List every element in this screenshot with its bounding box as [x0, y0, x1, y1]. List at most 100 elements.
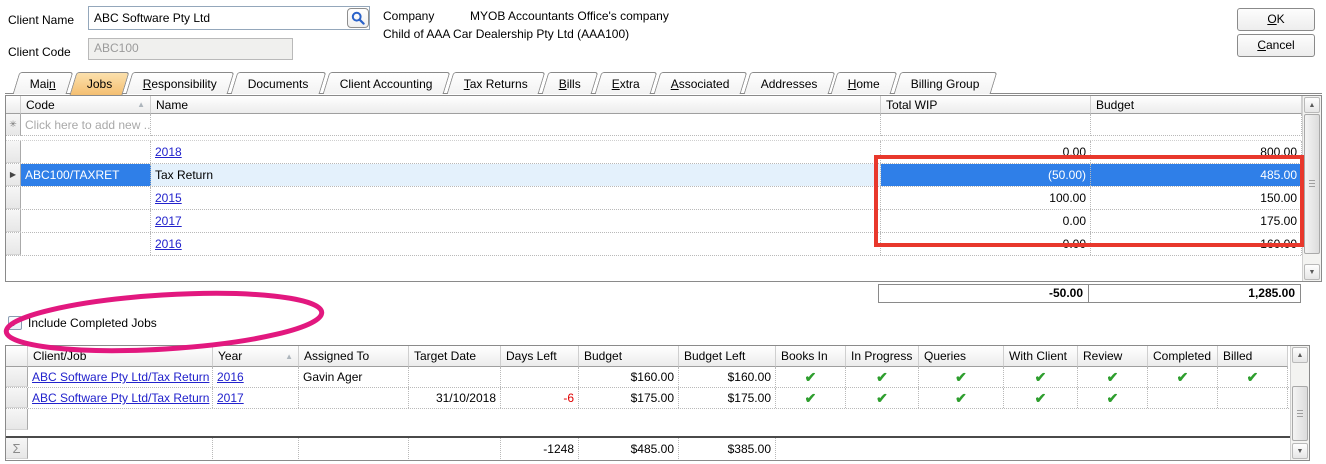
- row-selector[interactable]: [6, 141, 21, 163]
- check-icon[interactable]: ✔: [919, 367, 1004, 387]
- tab-documents[interactable]: Documents: [231, 72, 326, 94]
- check-icon[interactable]: ✔: [776, 388, 846, 408]
- detail-scroll-thumb[interactable]: [1292, 386, 1308, 441]
- include-completed-checkbox[interactable]: ✓ Include Completed Jobs: [8, 316, 157, 330]
- total-wip-cell[interactable]: 100.00: [881, 187, 1091, 209]
- jobs-scrollbar[interactable]: ▲ ▼: [1302, 96, 1321, 281]
- detail-row-2017[interactable]: ABC Software Pty Ltd/Tax Return 2017 31/…: [6, 388, 1309, 409]
- tab-associated[interactable]: Associated: [654, 72, 747, 94]
- tab-client-accounting[interactable]: Client Accounting: [323, 72, 450, 94]
- name-cell[interactable]: Tax Return: [151, 164, 881, 186]
- name-cell[interactable]: 2015: [151, 187, 881, 209]
- tab-bills[interactable]: Bills: [542, 72, 599, 94]
- checkbox-box[interactable]: ✓: [8, 316, 22, 330]
- budget-cell[interactable]: 175.00: [1091, 210, 1302, 232]
- job-year-link[interactable]: 2018: [155, 145, 182, 159]
- tab-extra[interactable]: Extra: [595, 72, 658, 94]
- job-row-2017[interactable]: 2017 0.00 175.00: [6, 210, 1321, 233]
- total-wip-cell[interactable]: 0.00: [881, 233, 1091, 255]
- year-link[interactable]: 2016: [217, 370, 244, 384]
- detail-col-billed[interactable]: Billed: [1218, 346, 1288, 367]
- tab-jobs[interactable]: Jobs: [70, 72, 130, 95]
- name-cell[interactable]: 2018: [151, 141, 881, 163]
- row-selector[interactable]: [6, 233, 21, 255]
- budget-cell[interactable]: $175.00: [579, 388, 679, 408]
- scroll-down-icon[interactable]: ▼: [1292, 443, 1308, 459]
- detail-scrollbar[interactable]: ▲ ▼: [1290, 346, 1309, 460]
- add-new-wip-cell[interactable]: [881, 114, 1091, 136]
- target-date-cell[interactable]: [409, 367, 501, 387]
- detail-col-books-in[interactable]: Books In: [776, 346, 846, 367]
- jobs-col-budget[interactable]: Budget: [1091, 96, 1302, 114]
- year-link[interactable]: 2017: [217, 391, 244, 405]
- detail-col-assigned-to[interactable]: Assigned To: [299, 346, 409, 367]
- add-new-placeholder[interactable]: Click here to add new ...: [21, 114, 151, 136]
- code-cell[interactable]: [21, 233, 151, 255]
- row-selector[interactable]: ▶: [6, 164, 21, 186]
- detail-col-queries[interactable]: Queries: [919, 346, 1004, 367]
- jobs-col-total-wip[interactable]: Total WIP: [881, 96, 1091, 114]
- scroll-down-icon[interactable]: ▼: [1304, 264, 1320, 280]
- job-year-link[interactable]: 2016: [155, 237, 182, 251]
- job-row-2016[interactable]: 2016 0.00 160.00: [6, 233, 1321, 256]
- name-cell[interactable]: 2017: [151, 210, 881, 232]
- job-row-2015[interactable]: 2015 100.00 150.00: [6, 187, 1321, 210]
- check-icon[interactable]: ✔: [846, 388, 919, 408]
- check-icon[interactable]: ✔: [1004, 367, 1078, 387]
- jobs-col-name[interactable]: Name: [151, 96, 881, 114]
- budget-left-cell[interactable]: $160.00: [679, 367, 776, 387]
- year-cell[interactable]: 2016: [213, 367, 299, 387]
- tab-addresses[interactable]: Addresses: [743, 72, 834, 94]
- detail-col-days-left[interactable]: Days Left: [501, 346, 579, 367]
- check-icon[interactable]: [1148, 388, 1218, 408]
- client-job-cell[interactable]: ABC Software Pty Ltd/Tax Return: [28, 388, 213, 408]
- client-name-input[interactable]: [88, 6, 370, 30]
- job-year-link[interactable]: 2015: [155, 191, 182, 205]
- detail-col-budget[interactable]: Budget: [579, 346, 679, 367]
- jobs-scroll-thumb[interactable]: [1304, 114, 1320, 254]
- tab-main[interactable]: Main: [13, 72, 74, 94]
- total-wip-cell[interactable]: 0.00: [881, 210, 1091, 232]
- detail-col-in-progress[interactable]: In Progress: [846, 346, 919, 367]
- code-cell[interactable]: ABC100/TAXRET: [21, 164, 151, 186]
- detail-col-completed[interactable]: Completed: [1148, 346, 1218, 367]
- days-left-cell[interactable]: -6: [501, 388, 579, 408]
- row-selector[interactable]: [6, 187, 21, 209]
- code-cell[interactable]: [21, 187, 151, 209]
- tab-billing-group[interactable]: Billing Group: [894, 72, 997, 94]
- job-year-link[interactable]: 2017: [155, 214, 182, 228]
- budget-cell[interactable]: 485.00: [1091, 164, 1302, 186]
- check-icon[interactable]: ✔: [919, 388, 1004, 408]
- job-row-taxret-selected[interactable]: ▶ ABC100/TAXRET Tax Return (50.00) 485.0…: [6, 164, 1321, 187]
- code-cell[interactable]: [21, 210, 151, 232]
- row-selector[interactable]: [6, 210, 21, 232]
- client-job-cell[interactable]: ABC Software Pty Ltd/Tax Return: [28, 367, 213, 387]
- assigned-to-cell[interactable]: [299, 388, 409, 408]
- detail-col-year[interactable]: Year▲: [213, 346, 299, 367]
- check-icon[interactable]: [1218, 388, 1288, 408]
- budget-cell[interactable]: 160.00: [1091, 233, 1302, 255]
- assigned-to-cell[interactable]: Gavin Ager: [299, 367, 409, 387]
- name-cell[interactable]: 2016: [151, 233, 881, 255]
- add-new-budget-cell[interactable]: [1091, 114, 1302, 136]
- scroll-up-icon[interactable]: ▲: [1304, 97, 1320, 113]
- client-job-link[interactable]: ABC Software Pty Ltd/Tax Return: [32, 391, 209, 405]
- row-selector[interactable]: [6, 388, 28, 408]
- add-new-name-cell[interactable]: [151, 114, 881, 136]
- code-cell[interactable]: [21, 141, 151, 163]
- check-icon[interactable]: ✔: [1078, 367, 1148, 387]
- tab-tax-returns[interactable]: Tax Returns: [447, 72, 546, 94]
- check-icon[interactable]: ✔: [846, 367, 919, 387]
- jobs-col-code[interactable]: Code▲: [21, 96, 151, 114]
- budget-left-cell[interactable]: $175.00: [679, 388, 776, 408]
- year-cell[interactable]: 2017: [213, 388, 299, 408]
- check-icon[interactable]: ✔: [1218, 367, 1288, 387]
- tab-responsibility[interactable]: Responsibility: [126, 72, 235, 94]
- cancel-button[interactable]: Cancel: [1237, 34, 1315, 57]
- check-icon[interactable]: ✔: [1004, 388, 1078, 408]
- detail-row-2016[interactable]: ABC Software Pty Ltd/Tax Return 2016 Gav…: [6, 367, 1309, 388]
- check-icon[interactable]: ✔: [1148, 367, 1218, 387]
- total-wip-cell[interactable]: (50.00): [881, 164, 1091, 186]
- ok-button[interactable]: OK: [1237, 8, 1315, 31]
- client-job-link[interactable]: ABC Software Pty Ltd/Tax Return: [32, 370, 209, 384]
